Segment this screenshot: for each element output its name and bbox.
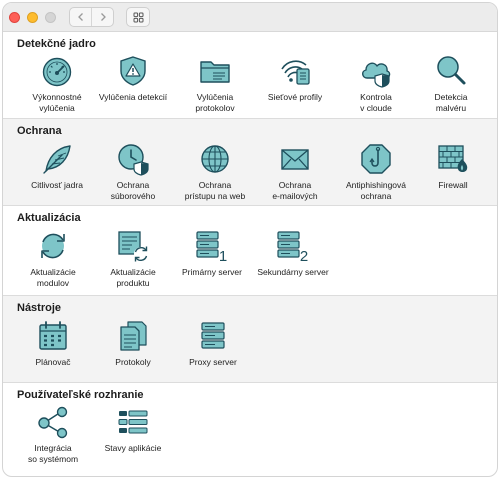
server-1-icon: 1 [196,231,227,263]
globe-icon [201,145,229,173]
wifi-network-icon [281,60,310,85]
preferences-window: Detekčné jadro Výkonnostné vylúčenia Vyl… [2,2,498,477]
item-file-system-protection[interactable]: Ochrana súborového [93,142,173,202]
product-update-icon [118,231,148,262]
item-application-statuses[interactable]: Stavy aplikácie [93,405,173,454]
section-detection-core: Detekčné jadro Výkonnostné vylúčenia Vyl… [3,32,497,119]
item-label: Sieťové profily [267,92,323,102]
item-malware-detection[interactable]: Detekcia malvéru [411,54,491,114]
section-title: Aktualizácia [17,212,81,224]
item-antiphishing[interactable]: Antiphishingová ochrana [336,142,416,202]
magnifier-icon [437,56,466,85]
item-label: Primárny server [182,267,242,277]
item-firewall[interactable]: Firewall [413,142,493,191]
chevron-left-icon [77,13,83,21]
item-label: Kontrola v cloude [360,92,392,113]
item-label: Ochrana e-mailových [272,180,318,201]
folder-log-icon [200,61,230,83]
item-product-updates[interactable]: Aktualizácie produktu [93,229,173,289]
item-label: Vylúčenia protokolov [195,92,235,113]
minimize-window-button[interactable] [27,11,38,23]
title-bar [3,3,497,32]
section-update: Aktualizácia Aktualizácie modulov Aktual… [3,206,497,296]
forward-button[interactable] [91,8,113,26]
item-label: Detekcia malvéru [434,92,468,113]
item-network-profiles[interactable]: Sieťové profily [255,54,335,103]
item-label: Antiphishingová ochrana [345,180,406,201]
hook-octagon-icon [361,144,391,174]
section-protection: Ochrana Citlivosť jadra Ochrana súborové… [3,119,497,206]
item-system-integration[interactable]: Integrácia so systémom [13,405,93,465]
item-secondary-server[interactable]: 2 Sekundárny server [253,229,333,278]
chevron-right-icon [100,13,106,21]
item-email-protection[interactable]: Ochrana e-mailových [255,142,335,202]
item-proxy-server[interactable]: Proxy server [173,319,253,368]
item-label: Aktualizácie modulov [30,267,76,288]
grid-icon [133,12,143,22]
feather-icon [43,145,71,174]
item-label: Integrácia so systémom [27,443,79,464]
item-module-updates[interactable]: Aktualizácie modulov [13,229,93,289]
zoom-window-button[interactable] [45,11,56,23]
item-log-exclusions[interactable]: Vylúčenia protokolov [175,54,255,114]
item-label: Výkonnostné vylúčenia [32,92,82,113]
item-cloud-scan[interactable]: Kontrola v cloude [336,54,416,114]
close-window-button[interactable] [9,11,20,23]
server-2-icon: 2 [277,231,308,263]
gauge-icon [42,57,72,87]
envelope-icon [281,149,309,170]
svg-text:1: 1 [219,248,227,263]
section-title: Ochrana [17,125,62,137]
section-title: Nástroje [17,302,62,314]
section-title: Detekčné jadro [17,38,96,50]
share-nodes-icon [38,406,68,439]
item-label: Stavy aplikácie [104,443,162,453]
item-primary-server[interactable]: 1 Primárny server [172,229,252,278]
item-label: Protokoly [115,357,151,367]
item-web-access-protection[interactable]: Ochrana prístupu na web [175,142,255,202]
item-label: Aktualizácie produktu [110,267,156,288]
item-label: Plánovač [35,357,71,367]
back-button[interactable] [70,8,91,26]
section-tools: Nástroje Plánovač Protokoly Proxy server [3,296,497,383]
item-label: Ochrana prístupu na web [184,180,246,201]
item-label: Vylúčenia detekcií [98,92,168,102]
item-scheduler[interactable]: Plánovač [13,319,93,368]
item-logs[interactable]: Protokoly [93,319,173,368]
item-performance-exclusions[interactable]: Výkonnostné vylúčenia [17,54,97,114]
item-kernel-sensitivity[interactable]: Citlivosť jadra [17,142,97,191]
item-label: Proxy server [189,357,237,367]
navigation-buttons [69,7,114,27]
server-icon [201,322,225,349]
svg-text:2: 2 [300,248,308,263]
item-label: Ochrana súborového [110,180,156,201]
section-user-interface: Používateľské rozhranie Integrácia so sy… [3,383,497,476]
firewall-icon [438,145,468,172]
shield-warning-icon [120,56,146,86]
status-list-icon [118,410,148,434]
item-label: Firewall [438,180,468,190]
show-all-button[interactable] [126,7,150,27]
item-label: Citlivosť jadra [31,180,83,190]
calendar-icon [39,321,67,350]
clock-shield-icon [118,144,149,176]
documents-icon [120,321,147,351]
item-label: Sekundárny server [257,267,329,277]
cloud-shield-icon [362,62,391,88]
refresh-icon [41,233,65,259]
section-title: Používateľské rozhranie [17,389,144,401]
item-detection-exclusions[interactable]: Vylúčenia detekcií [93,54,173,103]
